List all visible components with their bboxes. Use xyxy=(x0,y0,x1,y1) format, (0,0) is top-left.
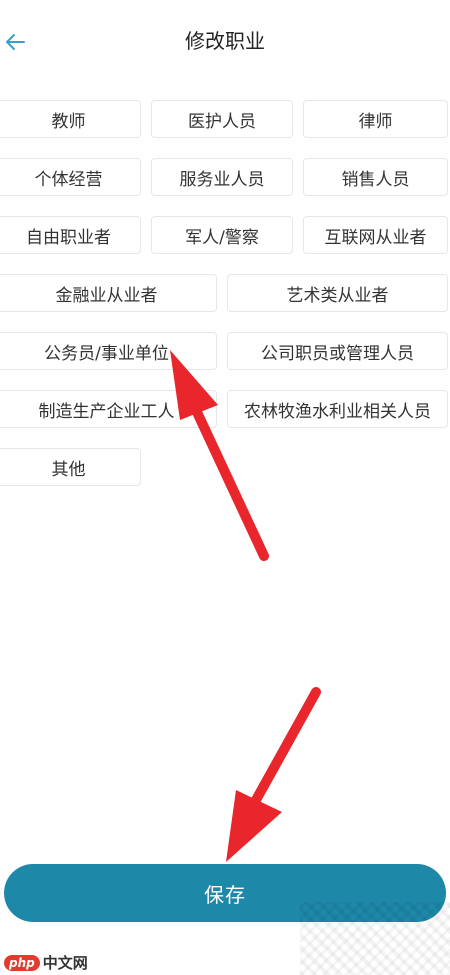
annotation-arrows xyxy=(170,350,321,862)
page-title: 修改职业 xyxy=(185,29,265,53)
occupation-option-service[interactable]: 服务业人员 xyxy=(151,158,293,196)
occupation-option-arts[interactable]: 艺术类从业者 xyxy=(227,274,448,312)
occupation-option-sales[interactable]: 销售人员 xyxy=(303,158,448,196)
watermark: php 中文网 xyxy=(4,952,88,973)
watermark-logo: php xyxy=(4,954,40,971)
occupation-option-military-police[interactable]: 军人/警察 xyxy=(151,216,293,254)
occupation-option-finance[interactable]: 金融业从业者 xyxy=(0,274,217,312)
occupation-option-manufacturing[interactable]: 制造生产企业工人 xyxy=(0,390,217,428)
occupation-option-company-staff[interactable]: 公司职员或管理人员 xyxy=(227,332,448,370)
occupation-option-self-employed[interactable]: 个体经营 xyxy=(0,158,141,196)
occupation-option-other[interactable]: 其他 xyxy=(0,448,141,486)
watermark-texture xyxy=(300,902,450,975)
annotation-arrow-upper xyxy=(170,350,269,561)
occupation-option-internet[interactable]: 互联网从业者 xyxy=(303,216,448,254)
occupation-option-agriculture[interactable]: 农林牧渔水利业相关人员 xyxy=(227,390,448,428)
occupation-option-teacher[interactable]: 教师 xyxy=(0,100,141,138)
occupation-option-medical[interactable]: 医护人员 xyxy=(151,100,293,138)
occupation-option-freelancer[interactable]: 自由职业者 xyxy=(0,216,141,254)
annotation-arrow-lower xyxy=(226,687,321,862)
watermark-text: 中文网 xyxy=(42,954,88,972)
occupation-option-lawyer[interactable]: 律师 xyxy=(303,100,448,138)
occupation-option-civil-servant[interactable]: 公务员/事业单位 xyxy=(0,332,217,370)
